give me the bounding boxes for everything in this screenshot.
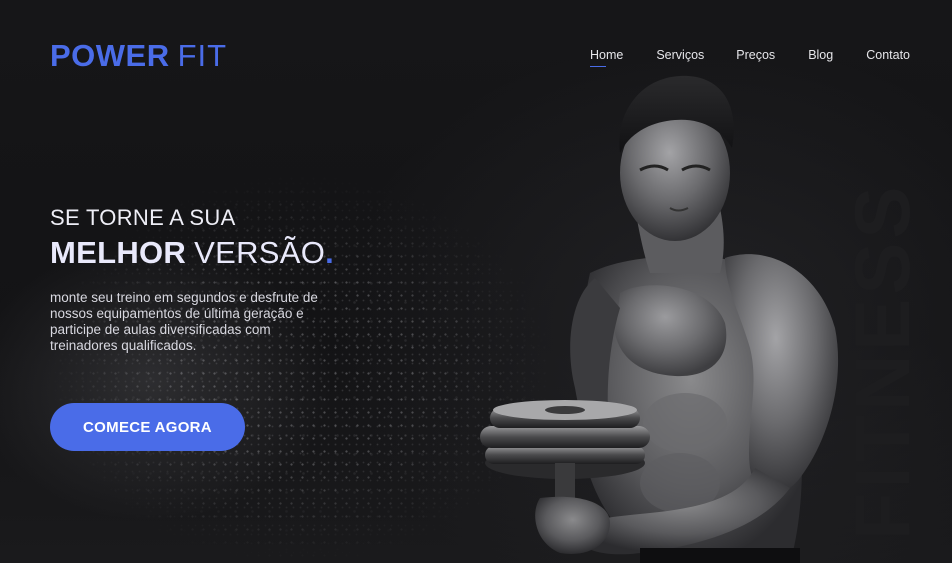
- nav-link-home[interactable]: Home: [590, 47, 623, 67]
- brand-logo[interactable]: POWER FIT: [50, 38, 227, 74]
- nav-link-contato[interactable]: Contato: [866, 47, 910, 67]
- main-nav: Home Serviços Preços Blog Contato: [590, 47, 910, 67]
- hero-title-light: VERSÃO: [194, 235, 326, 270]
- nav-item: Contato: [866, 47, 910, 67]
- nav-item: Home: [590, 47, 656, 67]
- nav-link-blog[interactable]: Blog: [808, 47, 833, 67]
- hero-title-bold: MELHOR: [50, 235, 187, 270]
- athlete-image: [470, 58, 870, 563]
- nav-link-precos[interactable]: Preços: [736, 47, 775, 67]
- brand-logo-light: FIT: [177, 38, 228, 73]
- nav-item: Blog: [808, 47, 866, 67]
- hero-title: MELHOR VERSÃO.: [50, 235, 334, 271]
- nav-item: Serviços: [656, 47, 736, 67]
- hero-description: monte seu treino em segundos e desfrute …: [50, 290, 318, 353]
- nav-item: Preços: [736, 47, 808, 67]
- nav-link-servicos[interactable]: Serviços: [656, 47, 704, 67]
- brand-logo-bold: POWER: [50, 38, 170, 73]
- start-now-button[interactable]: COMECE AGORA: [50, 403, 245, 451]
- hero-title-dot: .: [325, 235, 335, 270]
- hero-kicker: SE TORNE A SUA: [50, 205, 236, 230]
- hero-section: FITNESS POWER FIT Home Serviços Preços B…: [0, 0, 952, 563]
